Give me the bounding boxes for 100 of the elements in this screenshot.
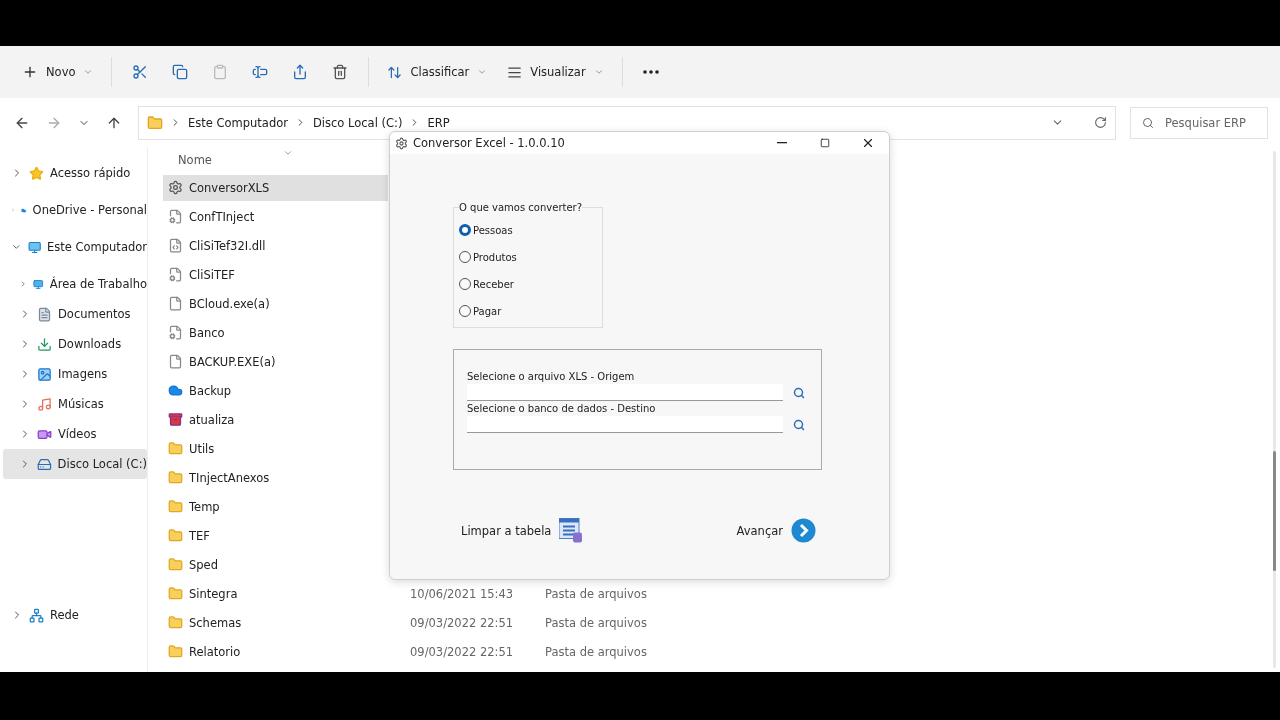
sidebar-item[interactable]: Músicas — [3, 389, 147, 419]
field-label: Selecione o banco de dados - Destino — [467, 403, 657, 414]
file-item[interactable]: Sped — [163, 551, 388, 578]
folder-icon — [168, 499, 183, 514]
star-icon — [29, 165, 44, 181]
sort-caret-icon — [283, 148, 293, 158]
file-item[interactable]: atualiza — [163, 406, 388, 433]
refresh-icon — [1094, 116, 1107, 129]
file-item[interactable]: Backup — [163, 377, 388, 404]
settings-file-icon — [168, 209, 183, 224]
music-icon — [37, 396, 52, 412]
file-icon — [168, 296, 183, 311]
clear-table-button[interactable]: Limpar a tabela — [461, 518, 584, 543]
browse-button[interactable] — [793, 386, 805, 399]
search-field[interactable]: Pesquisar ERP — [1130, 106, 1268, 139]
file-item[interactable]: Relatorio — [163, 638, 388, 665]
file-item[interactable]: ConversorXLS — [163, 174, 388, 201]
file-item[interactable]: CliSiTef32I.dll — [163, 232, 388, 259]
sidebar-item[interactable]: OneDrive - Personal — [3, 195, 147, 225]
file-item[interactable]: ConfTInject — [163, 203, 388, 230]
file-icon — [168, 354, 183, 369]
sidebar-item[interactable]: Área de Trabalho — [3, 269, 147, 299]
folder-icon — [168, 644, 183, 659]
file-item[interactable]: BACKUP.EXE(a) — [163, 348, 388, 375]
breadcrumb[interactable]: ERP — [427, 115, 450, 130]
field-label: Selecione o arquivo XLS - Origem — [467, 371, 636, 382]
network-icon — [29, 607, 44, 623]
file-item[interactable]: BCloud.exe(a) — [163, 290, 388, 317]
breadcrumb[interactable]: Disco Local (C:) — [313, 115, 403, 130]
next-button[interactable]: Avançar — [736, 518, 816, 543]
radio-option[interactable]: Pessoas — [459, 222, 602, 238]
folder-icon — [168, 441, 183, 456]
input-field[interactable] — [467, 384, 783, 401]
folder-icon — [168, 615, 183, 630]
chevron-right-icon — [19, 278, 28, 290]
gear-icon — [168, 180, 183, 195]
table-icon — [559, 518, 584, 543]
new-button[interactable]: Novo — [14, 56, 102, 88]
type-cell: Pasta de arquivos — [545, 586, 647, 601]
clipboard-icon — [212, 64, 229, 80]
settings-file-icon — [168, 267, 183, 282]
date-cell-text: 09/03/2022 22:51 — [410, 615, 515, 630]
drive-icon — [36, 456, 52, 472]
sidebar-item[interactable]: Downloads — [3, 329, 147, 359]
browse-button[interactable] — [793, 418, 805, 431]
sidebar-item[interactable]: Este Computador — [3, 232, 147, 262]
minimize-icon — [776, 142, 787, 144]
caret-icon — [593, 67, 604, 77]
radio-option[interactable]: Produtos — [459, 249, 602, 265]
scissors-icon — [132, 64, 149, 80]
sidebar-item[interactable]: Rede — [3, 600, 147, 630]
date-cell-text: 10/06/2021 15:43 — [410, 586, 515, 601]
maximize-icon — [819, 138, 830, 148]
code-file-icon — [168, 238, 183, 253]
breadcrumb[interactable]: Este Computador — [188, 115, 288, 130]
radio-option[interactable]: Receber — [459, 276, 602, 292]
copy-icon — [172, 64, 189, 80]
file-item[interactable]: Temp — [163, 493, 388, 520]
search-icon — [793, 418, 805, 431]
trash-icon — [332, 64, 349, 80]
input-field[interactable] — [467, 416, 783, 433]
sort-button[interactable]: Classificar — [379, 56, 496, 88]
caret-icon — [477, 67, 488, 77]
sort-icon — [387, 64, 403, 80]
sidebar-item[interactable]: Imagens — [3, 359, 147, 389]
view-button[interactable]: Visualizar — [499, 56, 612, 88]
settings-file-icon — [168, 325, 183, 340]
column-header[interactable]: Nome — [178, 153, 212, 167]
radio-option[interactable]: Pagar — [459, 303, 602, 319]
group-legend: O que vamos converter? — [459, 202, 582, 213]
folder-icon — [147, 114, 163, 131]
file-item[interactable]: CliSiTEF — [163, 261, 388, 288]
file-item[interactable]: TEF — [163, 522, 388, 549]
date-cell-text: 09/03/2022 22:51 — [410, 644, 515, 659]
sidebar-item[interactable]: Vídeos — [3, 419, 147, 449]
plus-icon — [22, 64, 38, 80]
sidebar-item[interactable]: Disco Local (C:) — [3, 449, 147, 479]
folder-icon — [168, 557, 183, 572]
file-item[interactable]: Utils — [163, 435, 388, 462]
document-icon — [37, 306, 52, 322]
gear-icon — [395, 136, 408, 150]
folder-icon — [168, 586, 183, 601]
file-item[interactable]: TInjectAnexos — [163, 464, 388, 491]
monitor-icon — [27, 239, 41, 255]
rename-icon — [252, 64, 269, 80]
folder-icon — [168, 470, 183, 485]
search-icon — [1142, 116, 1154, 129]
file-item[interactable]: Banco — [163, 319, 388, 346]
archive-icon — [168, 412, 183, 427]
sidebar-item[interactable]: Acesso rápido — [3, 158, 147, 188]
sidebar-item[interactable]: Documentos — [3, 299, 147, 329]
share-icon — [292, 64, 309, 80]
arrow-right-icon — [791, 518, 816, 543]
type-cell: Pasta de arquivos — [545, 644, 647, 659]
caret-icon — [83, 67, 94, 77]
file-item[interactable]: Sintegra — [163, 580, 388, 607]
cloud-icon — [168, 383, 183, 398]
file-item[interactable]: Schemas — [163, 609, 388, 636]
more-icon — [642, 70, 659, 74]
lines-icon — [507, 64, 523, 80]
